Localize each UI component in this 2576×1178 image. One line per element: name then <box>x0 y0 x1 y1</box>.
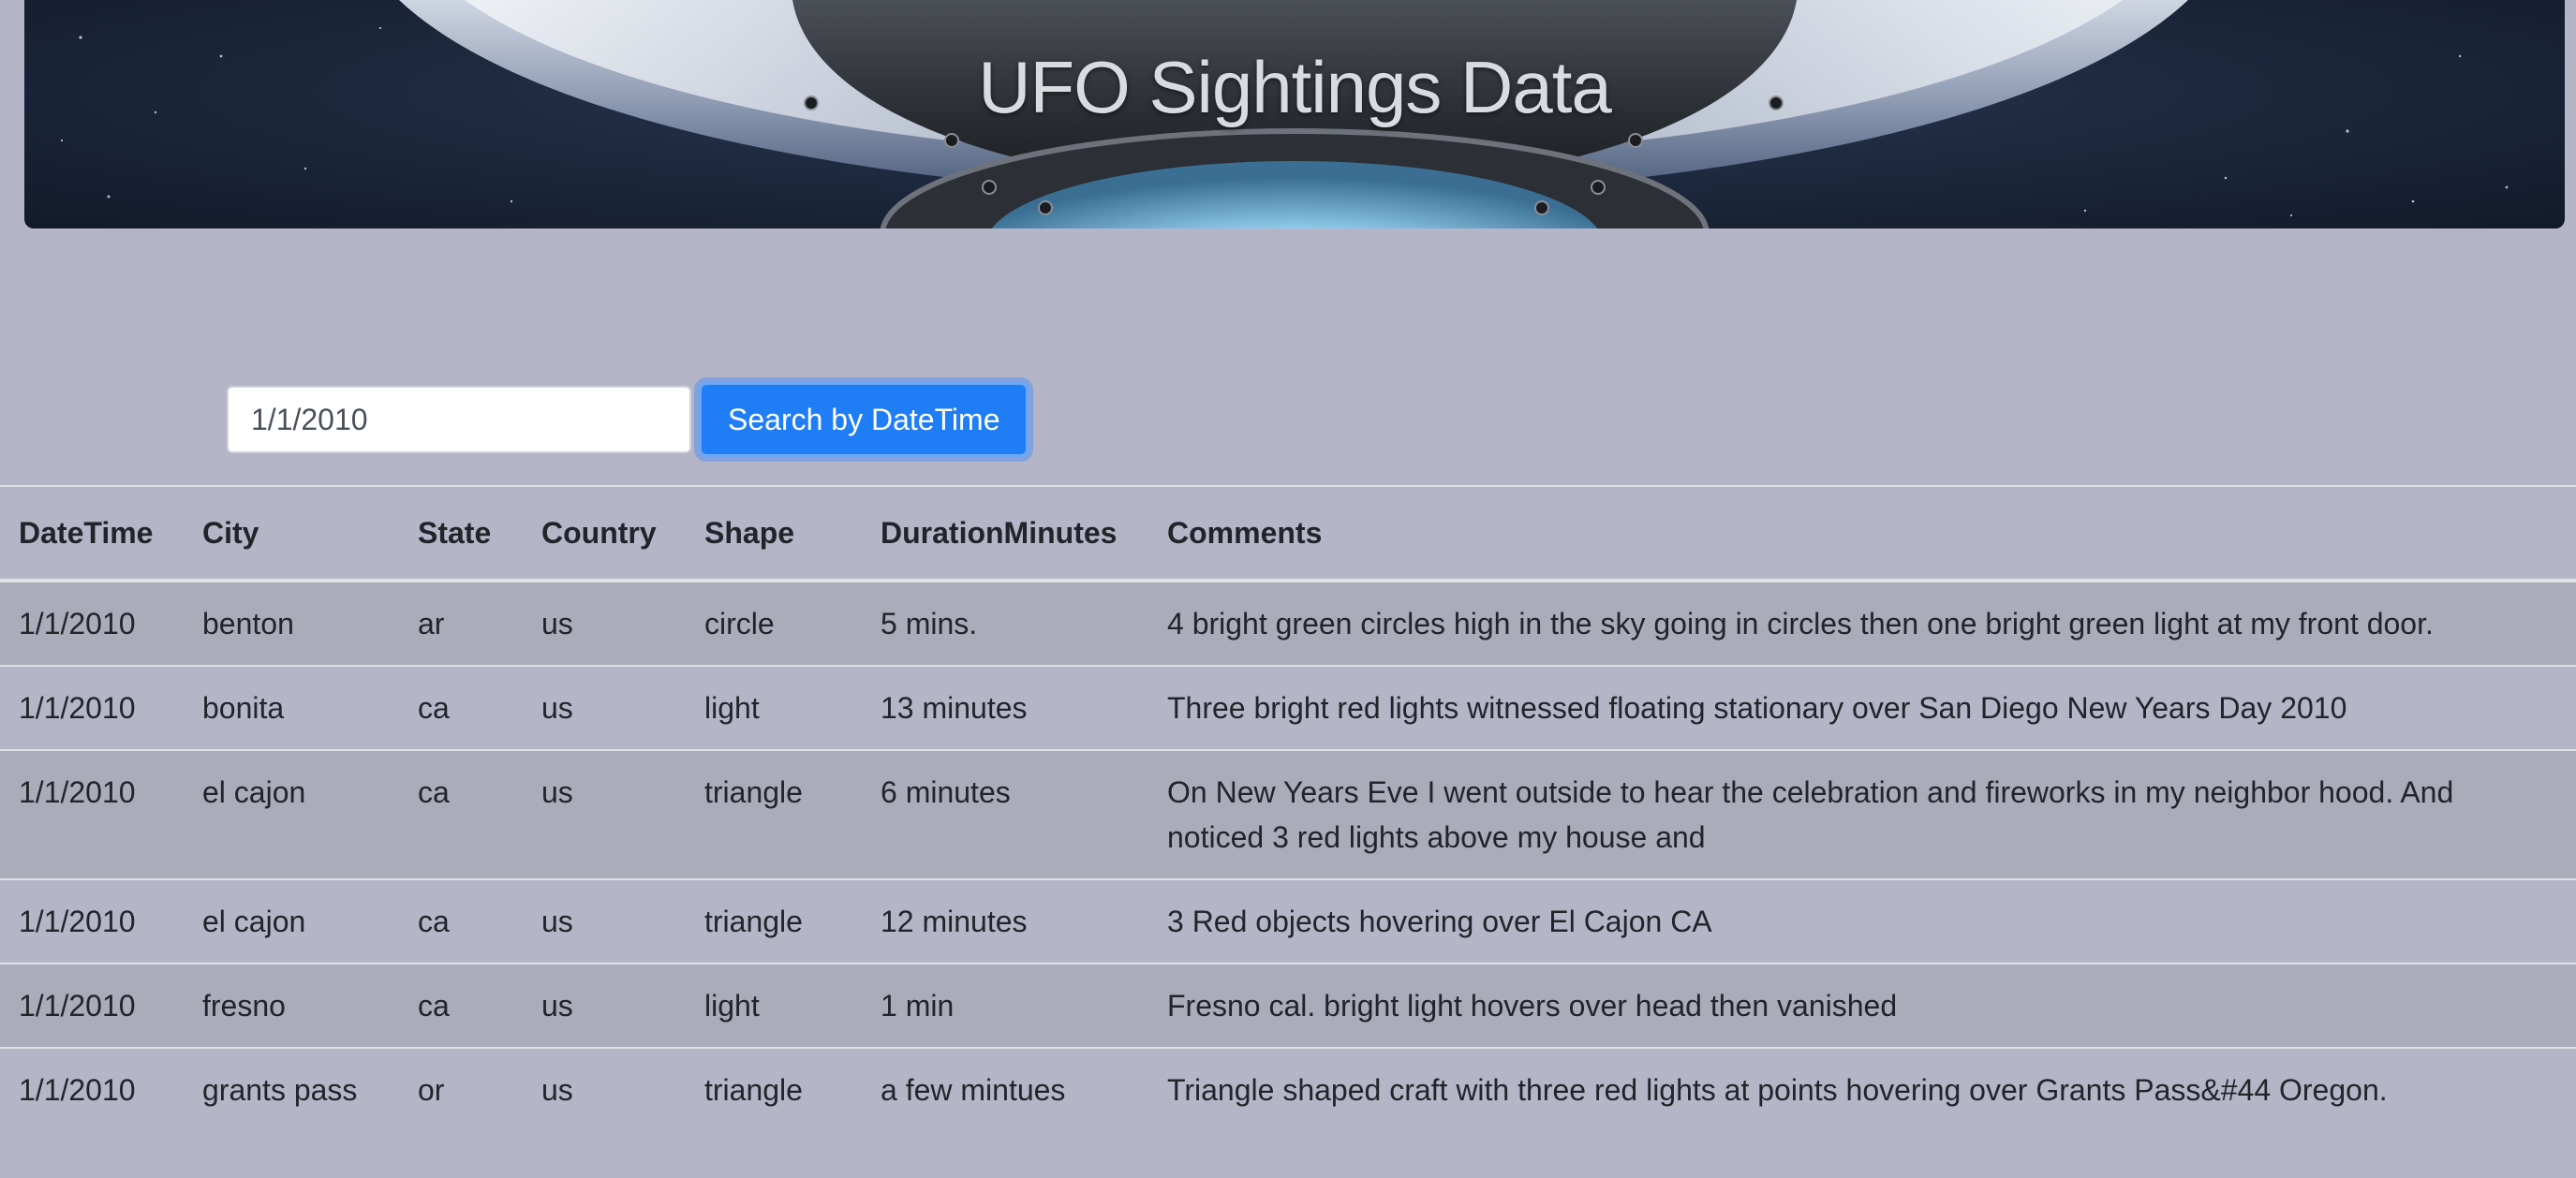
cell-city: benton <box>184 580 399 666</box>
ufo-sightings-table: DateTime City State Country Shape Durati… <box>0 485 2576 1131</box>
column-header-state: State <box>399 485 523 582</box>
cell-datetime: 1/1/2010 <box>0 1047 184 1131</box>
cell-country: us <box>523 878 686 964</box>
table-row: 1/1/2010 fresno ca us light 1 min Fresno… <box>0 963 2576 1048</box>
cell-country: us <box>523 580 686 666</box>
column-header-comments: Comments <box>1148 485 2576 582</box>
table-header-row: DateTime City State Country Shape Durati… <box>0 485 2576 582</box>
cell-shape: light <box>686 665 862 750</box>
cell-shape: circle <box>686 580 862 666</box>
cell-comments: 4 bright green circles high in the sky g… <box>1148 580 2576 666</box>
cell-state: ca <box>399 749 523 879</box>
search-form: Search by DateTime <box>227 382 1029 457</box>
cell-shape: triangle <box>686 749 862 879</box>
cell-state: ca <box>399 665 523 750</box>
cell-state: or <box>399 1047 523 1131</box>
cell-country: us <box>523 665 686 750</box>
cell-city: el cajon <box>184 878 399 964</box>
column-header-shape: Shape <box>686 485 862 582</box>
cell-country: us <box>523 749 686 879</box>
table-body: 1/1/2010 benton ar us circle 5 mins. 4 b… <box>0 580 2576 1131</box>
cell-country: us <box>523 963 686 1048</box>
table-row: 1/1/2010 el cajon ca us triangle 12 minu… <box>0 878 2576 964</box>
datetime-search-input[interactable] <box>227 386 691 453</box>
cell-comments: Three bright red lights witnessed floati… <box>1148 665 2576 750</box>
cell-shape: light <box>686 963 862 1048</box>
table-row: 1/1/2010 el cajon ca us triangle 6 minut… <box>0 749 2576 879</box>
column-header-country: Country <box>523 485 686 582</box>
cell-datetime: 1/1/2010 <box>0 665 184 750</box>
cell-city: fresno <box>184 963 399 1048</box>
cell-city: bonita <box>184 665 399 750</box>
table-row: 1/1/2010 benton ar us circle 5 mins. 4 b… <box>0 580 2576 666</box>
cell-shape: triangle <box>686 878 862 964</box>
search-by-datetime-button[interactable]: Search by DateTime <box>699 382 1029 457</box>
cell-duration: a few mintues <box>862 1047 1148 1131</box>
cell-state: ca <box>399 963 523 1048</box>
column-header-city: City <box>184 485 399 582</box>
cell-duration: 6 minutes <box>862 749 1148 879</box>
cell-duration: 13 minutes <box>862 665 1148 750</box>
page-title: UFO Sightings Data <box>978 46 1612 128</box>
column-header-duration-minutes: DurationMinutes <box>862 485 1148 582</box>
table-header: DateTime City State Country Shape Durati… <box>0 485 2576 582</box>
cell-comments: On New Years Eve I went outside to hear … <box>1148 749 2576 879</box>
hero-banner: UFO Sightings Data <box>24 0 2565 228</box>
cell-comments: 3 Red objects hovering over El Cajon CA <box>1148 878 2576 964</box>
cell-shape: triangle <box>686 1047 862 1131</box>
cell-city: grants pass <box>184 1047 399 1131</box>
table-row: 1/1/2010 bonita ca us light 13 minutes T… <box>0 665 2576 750</box>
cell-duration: 12 minutes <box>862 878 1148 964</box>
cell-state: ca <box>399 878 523 964</box>
cell-datetime: 1/1/2010 <box>0 580 184 666</box>
column-header-datetime: DateTime <box>0 485 184 582</box>
cell-comments: Triangle shaped craft with three red lig… <box>1148 1047 2576 1131</box>
cell-datetime: 1/1/2010 <box>0 878 184 964</box>
table-row: 1/1/2010 grants pass or us triangle a fe… <box>0 1047 2576 1131</box>
cell-state: ar <box>399 580 523 666</box>
cell-duration: 5 mins. <box>862 580 1148 666</box>
cell-datetime: 1/1/2010 <box>0 749 184 879</box>
cell-city: el cajon <box>184 749 399 879</box>
cell-datetime: 1/1/2010 <box>0 963 184 1048</box>
cell-comments: Fresno cal. bright light hovers over hea… <box>1148 963 2576 1048</box>
cell-country: us <box>523 1047 686 1131</box>
cell-duration: 1 min <box>862 963 1148 1048</box>
